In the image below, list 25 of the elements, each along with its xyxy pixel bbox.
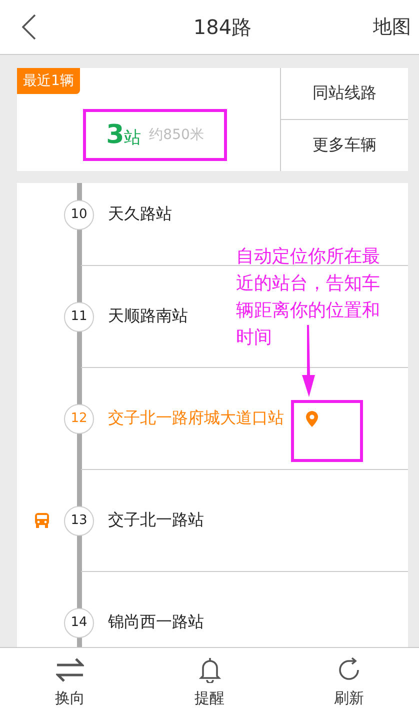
annotation-arrow: [300, 325, 316, 397]
station-name: 交子北一路站: [108, 510, 204, 531]
station-number: 10: [64, 200, 94, 230]
back-icon[interactable]: [22, 14, 36, 40]
bell-icon: [198, 656, 220, 682]
route-title: 184路: [193, 14, 252, 40]
nearest-badge: 最近1辆: [17, 68, 80, 94]
toolbar-button[interactable]: 提醒: [140, 648, 280, 716]
swap-icon: [56, 656, 84, 682]
toolbar-button[interactable]: 换向: [0, 648, 140, 716]
toolbar-button[interactable]: 刷新: [279, 648, 419, 716]
stops-count: 3站: [106, 120, 142, 150]
map-button[interactable]: 地图: [373, 14, 411, 40]
station-number: 12: [64, 404, 94, 434]
station-number: 14: [64, 608, 94, 638]
location-pin-icon: [306, 410, 318, 426]
annotation-text: 自动定位你所在最近的站台，告知车辆距离你的位置和时间: [236, 245, 381, 350]
station-name: 锦尚西一路站: [108, 612, 204, 633]
distance-text: 约850米: [149, 126, 204, 144]
station-number: 13: [64, 506, 94, 536]
station-name: 交子北一路府城大道口站: [108, 408, 284, 429]
highlight-frame: [291, 400, 363, 462]
station-name: 天久路站: [108, 204, 172, 225]
station-number: 11: [64, 302, 94, 332]
station-name: 天顺路南站: [108, 306, 188, 327]
